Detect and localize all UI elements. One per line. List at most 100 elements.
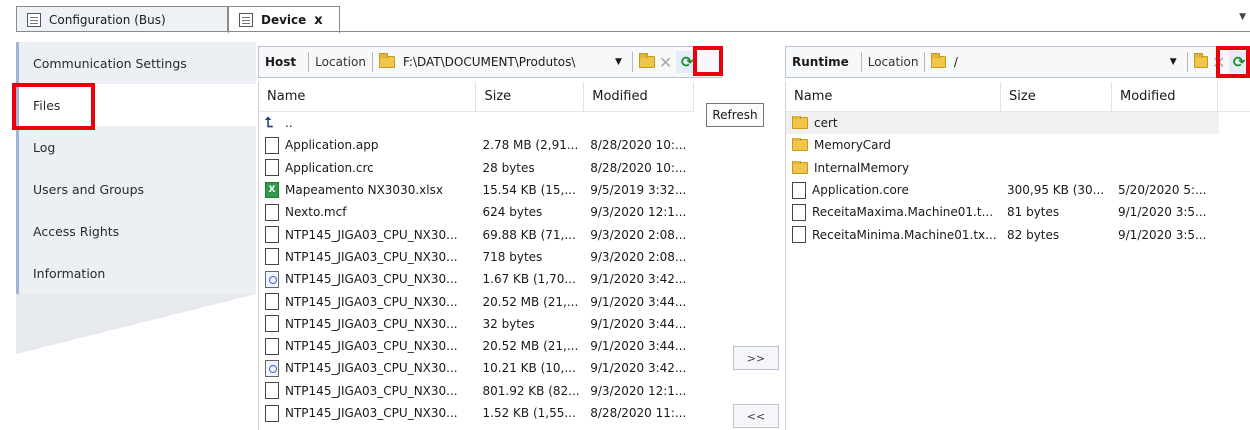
file-size: 801.92 KB (82... — [482, 383, 580, 398]
table-row[interactable]: NTP145_JIGA03_CPU_NX30... 1.52 KB (1,55..… — [259, 402, 694, 424]
file-icon — [265, 136, 279, 154]
file-modified: 8/28/2020 10:... — [590, 160, 687, 175]
column-header-name[interactable]: Name — [786, 82, 1001, 111]
config-file-icon — [265, 270, 279, 288]
file-name-cell: NTP145_JIGA03_CPU_NX30... — [259, 359, 477, 377]
sidebar-shadow — [16, 294, 256, 354]
file-name: MemoryCard — [814, 138, 891, 153]
file-modified: 9/3/2020 2:08... — [590, 249, 687, 264]
file-icon — [265, 315, 279, 333]
table-row[interactable]: Application.app 2.78 MB (2,91... 8/28/2020… — [259, 134, 694, 156]
sidebar-item-access-rights[interactable]: Access Rights — [19, 210, 256, 252]
file-size: 20.52 MB (21,... — [482, 339, 579, 354]
toolbar-separator — [924, 52, 926, 72]
file-modified: 9/1/2020 3:42... — [590, 361, 687, 376]
folder-icon — [792, 160, 808, 174]
file-name-cell: ReceitaMaxima.Machine01.t... — [786, 203, 1001, 221]
table-row[interactable]: NTP145_JIGA03_CPU_NX30... 718 bytes 9/3/20… — [259, 246, 694, 268]
file-name: Application.core — [812, 183, 909, 198]
file-name: Application.app — [285, 138, 379, 153]
file-modified: 9/1/2020 3:5... — [1118, 205, 1207, 220]
column-header-size[interactable]: Size — [476, 82, 585, 111]
column-header-modified[interactable]: Modified — [584, 82, 694, 111]
table-row[interactable]: Nexto.mcf 624 bytes 9/3/2020 12:1... — [259, 201, 694, 223]
file-modified: 9/1/2020 3:44... — [590, 316, 687, 331]
toolbar-separator — [1186, 52, 1188, 72]
toolbar-separator — [308, 52, 310, 72]
file-size: 20.52 MB (21,... — [482, 294, 579, 309]
table-row[interactable]: ReceitaMinima.Machine01.tx... 82 bytes 9/1… — [786, 223, 1250, 245]
table-row[interactable]: X Mapeamento NX3030.xlsx 15.54 KB (15,... 9… — [259, 179, 694, 201]
runtime-path-field[interactable]: / — [946, 55, 1166, 69]
file-icon — [265, 203, 279, 221]
file-name: NTP145_JIGA03_CPU_NX30... — [285, 227, 458, 242]
file-name: Application.crc — [285, 160, 374, 175]
copy-to-runtime-button[interactable]: >> — [733, 346, 779, 370]
toolbar-separator — [860, 52, 862, 72]
file-size: 15.54 KB (15,... — [482, 183, 576, 198]
tab-device[interactable]: Device x — [228, 6, 340, 33]
excel-file-icon: X — [265, 182, 279, 199]
config-file-icon — [265, 359, 279, 377]
table-row[interactable]: MemoryCard — [786, 134, 1250, 156]
file-name-cell: Application.crc — [259, 159, 477, 177]
sidebar-item-communication-settings[interactable]: Communication Settings — [19, 42, 256, 84]
device-icon — [239, 13, 253, 27]
table-row[interactable]: Application.crc 28 bytes 8/28/2020 10:... — [259, 157, 694, 179]
table-row[interactable]: NTP145_JIGA03_CPU_NX30... 20.52 MB (21,..… — [259, 290, 694, 312]
file-modified: 9/1/2020 3:5... — [1118, 227, 1207, 242]
chevron-down-icon[interactable]: ▼ — [1239, 12, 1246, 22]
file-name: NTP145_JIGA03_CPU_NX30... — [285, 249, 458, 264]
table-row[interactable]: Application.core 300,95 KB (30... 5/20/202… — [786, 179, 1250, 201]
file-modified: 9/3/2020 12:1... — [590, 383, 687, 398]
new-folder-icon[interactable] — [638, 53, 655, 68]
host-toolbar: Host Location F:\DAT\DOCUMENT\Produtos\ … — [258, 46, 722, 78]
file-name: Mapeamento NX3030.xlsx — [285, 183, 443, 198]
tab-configuration-bus[interactable]: Configuration (Bus) — [16, 6, 228, 32]
file-name-cell: NTP145_JIGA03_CPU_NX30... — [259, 248, 477, 266]
column-header-name[interactable]: Name — [259, 82, 477, 111]
delete-icon[interactable]: ✕ — [655, 53, 676, 72]
file-name-cell: X Mapeamento NX3030.xlsx — [259, 182, 477, 199]
table-row[interactable]: NTP145_JIGA03_CPU_NX30... 1.67 KB (1,70..… — [259, 268, 694, 290]
sidebar-item-users-and-groups[interactable]: Users and Groups — [19, 168, 256, 210]
file-icon — [792, 203, 806, 221]
table-row[interactable]: NTP145_JIGA03_CPU_NX30... 32 bytes 9/1/202… — [259, 313, 694, 335]
file-icon — [265, 382, 279, 400]
chevron-down-icon[interactable]: ▼ — [1166, 57, 1181, 67]
table-row[interactable]: InternalMemory — [786, 157, 1250, 179]
runtime-location-label: Location — [867, 55, 919, 69]
file-icon — [265, 248, 279, 266]
tab-label: Device — [261, 13, 307, 27]
table-row[interactable]: NTP145_JIGA03_CPU_NX30... 69.88 KB (71,..… — [259, 223, 694, 245]
chevron-down-icon[interactable]: ▼ — [611, 57, 626, 67]
host-path-field[interactable]: F:\DAT\DOCUMENT\Produtos\ — [395, 55, 611, 69]
table-header: Name Size Modified — [786, 82, 1250, 112]
new-folder-icon[interactable] — [1193, 53, 1209, 68]
sidebar-item-label: Information — [33, 265, 106, 281]
close-icon[interactable]: x — [314, 13, 322, 28]
copy-to-host-button[interactable]: << — [733, 404, 779, 428]
table-row[interactable]: NTP145_JIGA03_CPU_NX30... 20.52 MB (21,..… — [259, 335, 694, 357]
toolbar-separator — [371, 52, 373, 72]
table-row[interactable]: cert — [786, 112, 1219, 135]
runtime-refresh-highlight-box — [1216, 46, 1250, 78]
runtime-title: Runtime — [792, 55, 849, 69]
sidebar-item-log[interactable]: Log — [19, 126, 256, 168]
file-modified: 9/5/2019 3:32... — [590, 183, 687, 198]
table-row[interactable]: NTP145_JIGA03_CPU_NX30... 801.92 KB (82..… — [259, 380, 694, 402]
column-header-modified[interactable]: Modified — [1112, 82, 1218, 111]
file-name-cell: Application.app — [259, 136, 477, 154]
table-row[interactable]: ⮤.. — [259, 112, 694, 134]
file-modified: 9/1/2020 3:44... — [590, 294, 687, 309]
column-header-size[interactable]: Size — [1001, 82, 1112, 111]
sidebar-item-label: Users and Groups — [33, 181, 145, 197]
runtime-toolbar: Runtime Location / ▼ ✕ ⟳ — [785, 46, 1250, 78]
file-icon — [265, 337, 279, 355]
sidebar-item-information[interactable]: Information — [19, 252, 256, 294]
table-row[interactable]: NTP145_JIGA03_CPU_NX30... 10.21 KB (10,..… — [259, 357, 694, 379]
file-icon — [265, 159, 279, 177]
table-row[interactable]: ReceitaMaxima.Machine01.t... 81 bytes 9/1/… — [786, 201, 1250, 223]
configuration-icon — [27, 12, 41, 27]
file-size: 300,95 KB (30... — [1007, 183, 1105, 198]
